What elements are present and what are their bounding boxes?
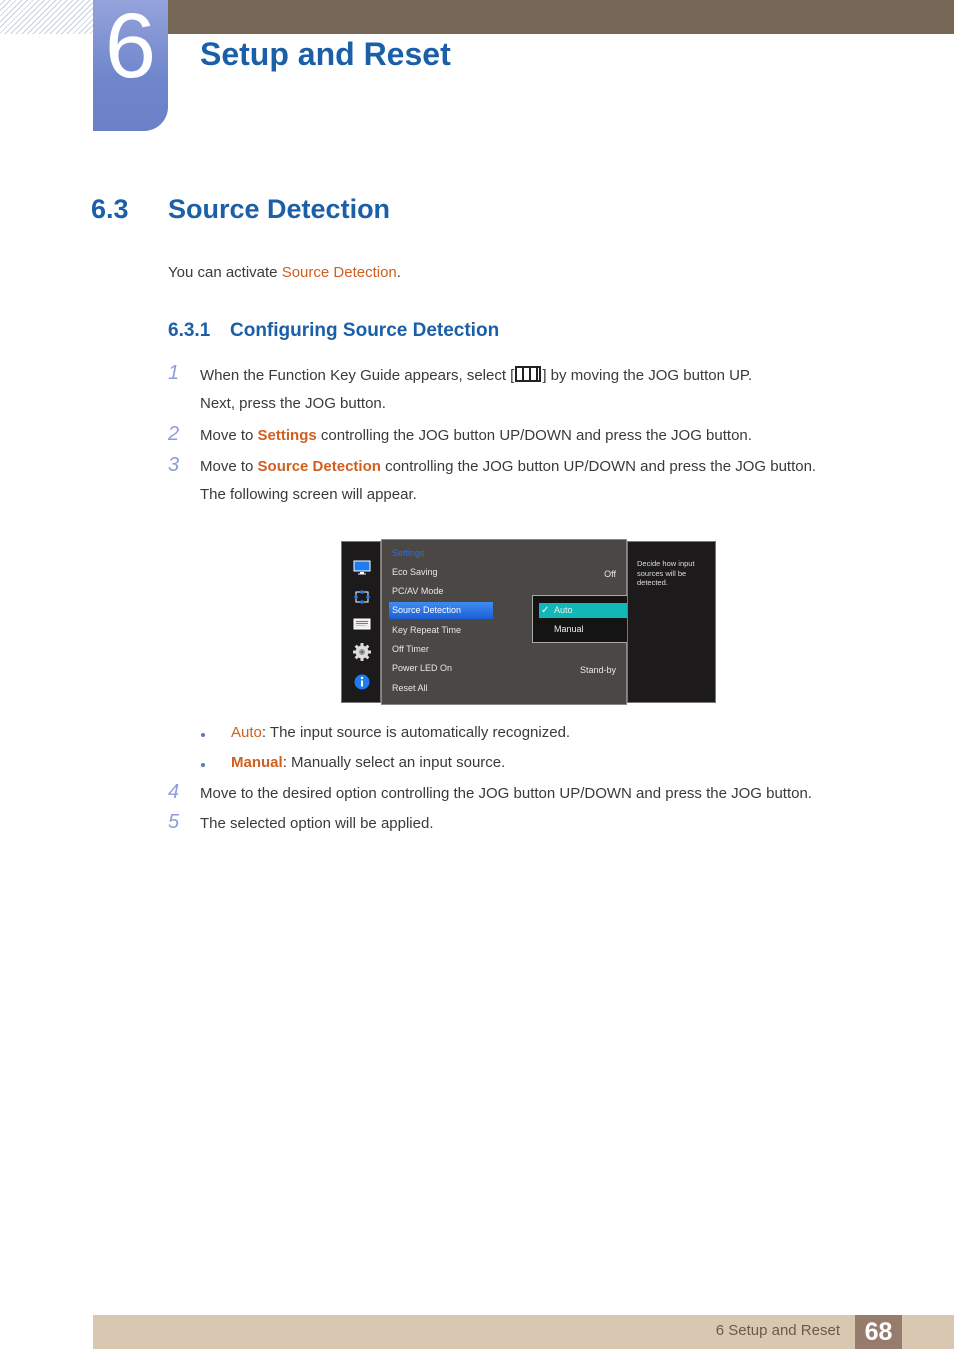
page-number: 68 xyxy=(855,1315,902,1349)
gear-icon xyxy=(353,643,371,661)
bullet-desc: : Manually select an input source. xyxy=(282,754,506,771)
osd-item-eco-saving[interactable]: Eco Saving xyxy=(389,564,493,581)
bullet-manual: Manual: Manually select an input source. xyxy=(231,754,505,771)
osd-item-reset-all[interactable]: Reset All xyxy=(389,680,493,697)
bullet-dot xyxy=(201,763,205,767)
step-5: The selected option will be applied. xyxy=(200,815,434,832)
bullet-term: Auto xyxy=(231,724,262,741)
intro-suffix: . xyxy=(396,264,401,281)
osd-item-key-repeat-time[interactable]: Key Repeat Time xyxy=(389,622,493,639)
osd-item-power-led-on[interactable]: Power LED On xyxy=(389,660,493,677)
header-bar xyxy=(168,0,954,34)
bullet-auto: Auto: The input source is automatically … xyxy=(231,724,570,741)
page-footer: 6 Setup and Reset 68 xyxy=(93,1315,954,1349)
step-1-line-2: Next, press the JOG button. xyxy=(200,395,386,412)
section-title: Source Detection xyxy=(168,194,391,224)
size-position-icon xyxy=(354,590,370,604)
decorative-hatch xyxy=(0,0,93,34)
step-2: Move to Settings controlling the JOG but… xyxy=(200,427,752,444)
color-bars-icon xyxy=(353,618,371,630)
chapter-title: Setup and Reset xyxy=(200,36,451,72)
step-4: Move to the desired option controlling t… xyxy=(200,785,812,802)
menu-icon xyxy=(515,366,542,382)
step-3: Move to Source Detection controlling the… xyxy=(200,458,816,475)
intro-text: You can activate xyxy=(168,264,282,281)
osd-value-power-led-on: Stand-by xyxy=(579,665,616,675)
subsection-number: 6.3.1 xyxy=(168,320,211,341)
step-number: 5 xyxy=(168,811,180,833)
osd-screenshot: Settings Eco Saving Off PC/AV Mode Sourc… xyxy=(341,539,716,705)
info-icon xyxy=(354,674,370,690)
subsection-title: Configuring Source Detection xyxy=(230,320,500,341)
osd-settings-menu: Settings Eco Saving Off PC/AV Mode Sourc… xyxy=(381,539,662,705)
intro-highlight: Source Detection xyxy=(281,264,397,281)
step-number: 1 xyxy=(168,362,180,384)
osd-menu-title: Settings xyxy=(392,548,425,558)
footer-chapter-label: 6 Setup and Reset xyxy=(715,1322,840,1339)
step-number: 4 xyxy=(168,781,180,803)
section-number: 6.3 xyxy=(91,194,129,224)
section-heading: 6.3 Source Detection xyxy=(91,194,390,225)
step-highlight: Source Detection xyxy=(257,458,381,475)
osd-help-text: Decide how input sources will be detecte… xyxy=(637,559,695,587)
step-text: When the Function Key Guide appears, sel… xyxy=(200,367,515,384)
check-icon: ✓ xyxy=(541,605,550,616)
step-text: controlling the JOG button UP/DOWN and p… xyxy=(380,458,817,475)
intro-paragraph: You can activate Source Detection. xyxy=(168,264,401,281)
chapter-number: 6 xyxy=(104,0,157,97)
step-text: Move to xyxy=(200,458,258,475)
step-text: Move to xyxy=(200,427,258,444)
step-text: controlling the JOG button UP/DOWN and p… xyxy=(316,427,752,444)
osd-sidebar xyxy=(341,541,381,703)
monitor-icon xyxy=(353,560,371,575)
step-3-line-2: The following screen will appear. xyxy=(200,486,417,503)
option-label: Auto xyxy=(554,605,573,615)
osd-help-panel: Decide how input sources will be detecte… xyxy=(627,541,716,703)
osd-value-eco-saving: Off xyxy=(604,569,616,579)
osd-item-off-timer[interactable]: Off Timer xyxy=(389,641,493,658)
step-1-line-1: When the Function Key Guide appears, sel… xyxy=(200,366,752,384)
step-number: 3 xyxy=(168,454,180,476)
step-text: ] by moving the JOG button UP. xyxy=(542,367,753,384)
bullet-desc: : The input source is automatically reco… xyxy=(261,724,571,741)
step-number: 2 xyxy=(168,423,180,445)
option-label: Manual xyxy=(554,624,584,634)
osd-item-source-detection[interactable]: Source Detection xyxy=(389,602,493,619)
subsection-heading: 6.3.1 Configuring Source Detection xyxy=(168,320,499,342)
osd-item-pc-av-mode[interactable]: PC/AV Mode xyxy=(389,583,493,600)
bullet-dot xyxy=(201,733,205,737)
bullet-term: Manual xyxy=(231,754,283,771)
step-highlight: Settings xyxy=(257,427,317,444)
